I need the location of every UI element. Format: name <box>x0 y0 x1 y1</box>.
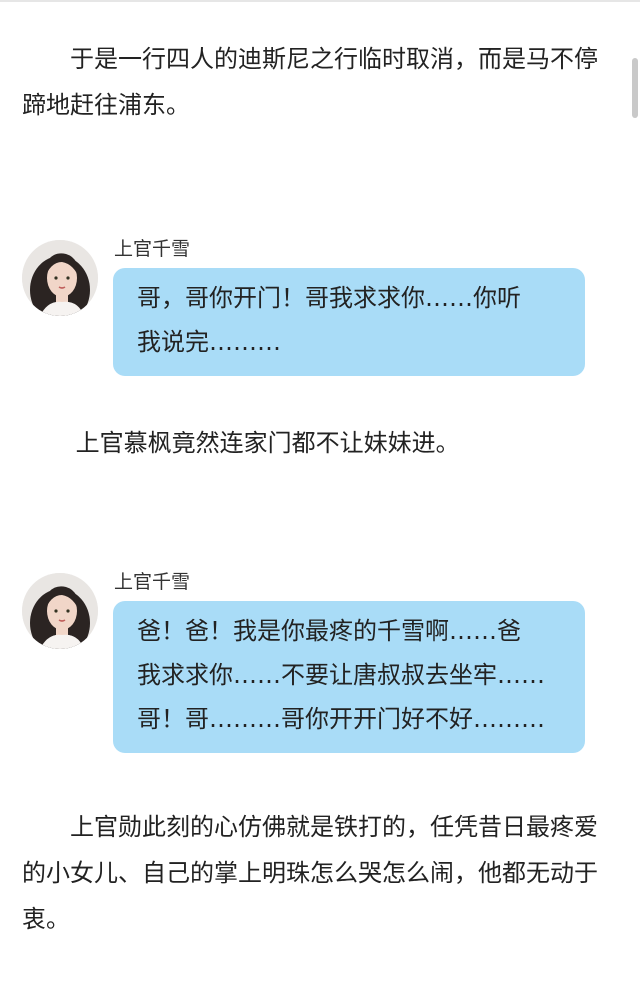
sender-name: 上官千雪 <box>114 571 191 593</box>
bubble-line: 我说完……… <box>137 328 281 356</box>
bubble-line: 哥！哥………哥你开开门好不好……… <box>137 705 545 733</box>
chat-message-2: 上官千雪 爸！爸！我是你最疼的千雪啊……爸 我求求你……不要让唐叔叔去坐牢…… … <box>22 571 618 778</box>
chat-message-1: 上官千雪 哥，哥你开门！哥我求求你……你听 我说完……… <box>22 238 618 400</box>
avatar-girl-icon <box>22 240 98 316</box>
chat-bubble: 哥，哥你开门！哥我求求你……你听 我说完……… <box>113 268 585 376</box>
paragraph-2: 上官慕枫竟然连家门都不让妹妹进。 <box>75 429 460 457</box>
article-page: 于是一行四人的迪斯尼之行临时取消，而是马不停蹄地赶往浦东。 上官千雪 哥，哥你开… <box>0 0 640 987</box>
scrollbar-thumb[interactable] <box>632 58 638 118</box>
top-divider <box>0 0 640 2</box>
avatar-girl-icon <box>22 573 98 649</box>
bubble-line: 爸！爸！我是你最疼的千雪啊……爸 <box>137 617 521 645</box>
paragraph-1: 于是一行四人的迪斯尼之行临时取消，而是马不停蹄地赶往浦东。 <box>22 45 598 119</box>
bubble-line: 我求求你……不要让唐叔叔去坐牢…… <box>137 661 545 689</box>
chat-bubble: 爸！爸！我是你最疼的千雪啊……爸 我求求你……不要让唐叔叔去坐牢…… 哥！哥……… <box>113 601 585 753</box>
paragraph-3: 上官勋此刻的心仿佛就是铁打的，任凭昔日最疼爱的小女儿、自己的掌上明珠怎么哭怎么闹… <box>22 813 598 933</box>
sender-name: 上官千雪 <box>114 238 191 260</box>
bubble-line: 哥，哥你开门！哥我求求你……你听 <box>137 284 521 312</box>
